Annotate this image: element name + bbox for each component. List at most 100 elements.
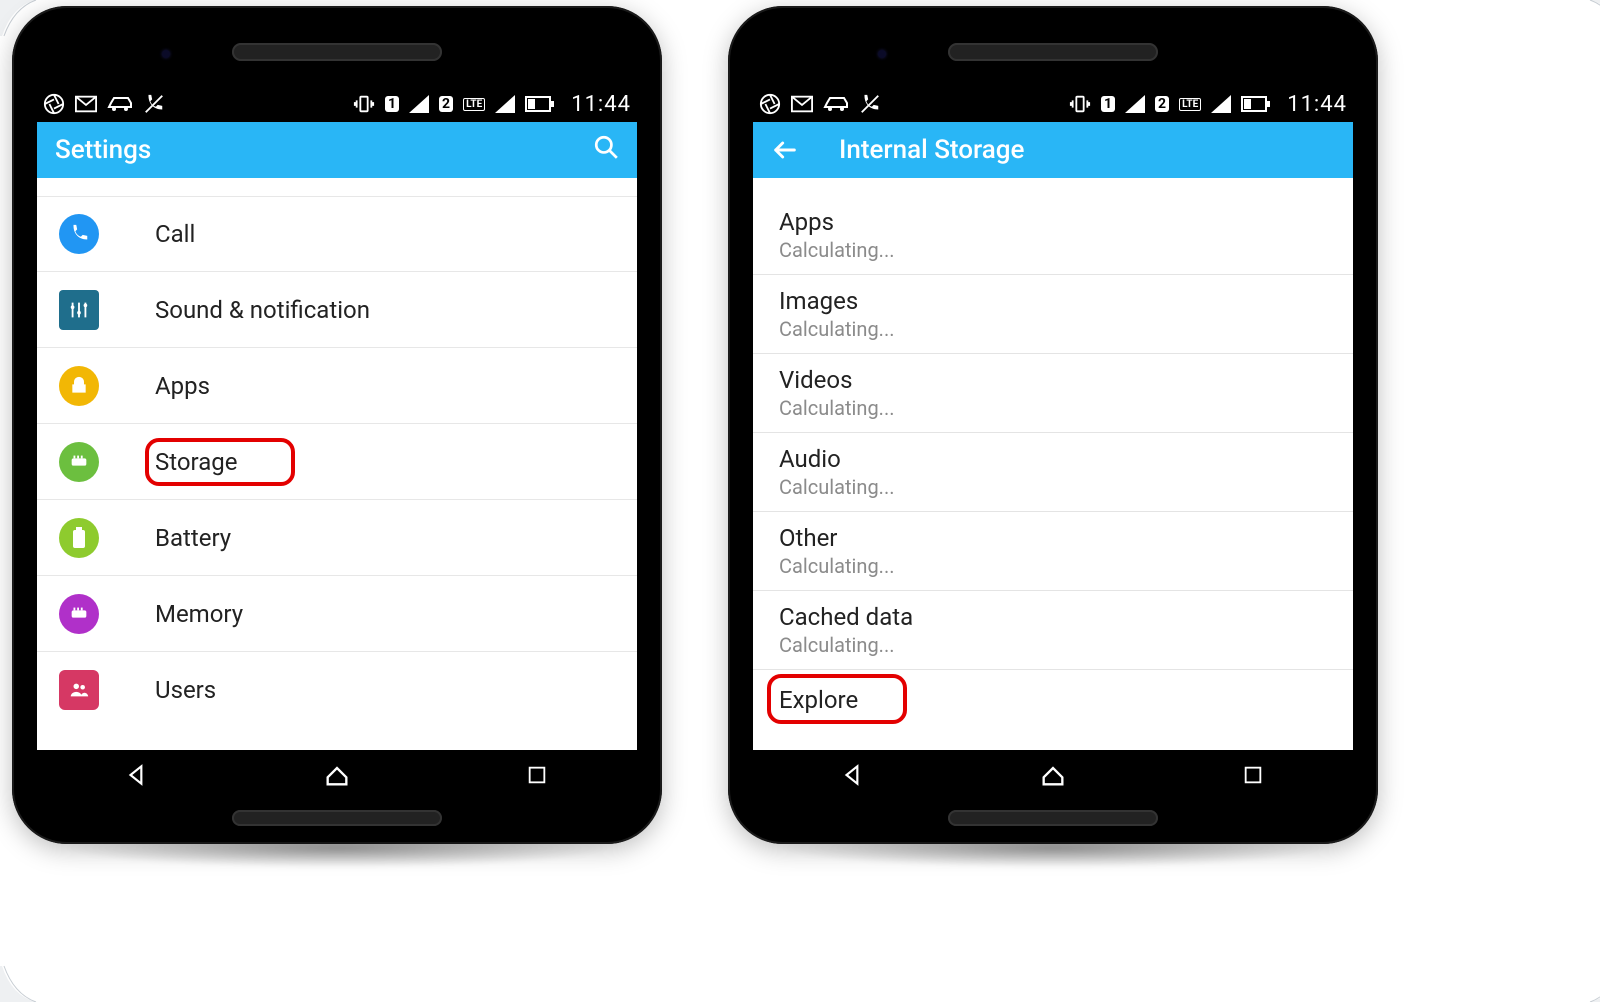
storage-item-cached[interactable]: Cached data Calculating... — [753, 591, 1353, 670]
top-speaker — [232, 43, 442, 61]
front-camera — [878, 50, 886, 58]
phone-icon — [59, 214, 99, 254]
settings-item-sound[interactable]: Sound & notification — [37, 272, 637, 348]
storage-item-title: Explore — [779, 686, 1327, 714]
shadow — [62, 828, 612, 868]
settings-content: Call Sound & notification Apps S — [37, 178, 637, 750]
top-speaker — [948, 43, 1158, 61]
storage-item-sub: Calculating... — [779, 317, 1327, 341]
storage-item-title: Videos — [779, 366, 1327, 394]
back-button[interactable] — [771, 136, 799, 164]
apps-icon — [59, 366, 99, 406]
bottom-speaker — [232, 810, 442, 826]
battery-icon — [59, 518, 99, 558]
storage-item-other[interactable]: Other Calculating... — [753, 512, 1353, 591]
storage-content: Apps Calculating... Images Calculating..… — [753, 178, 1353, 750]
phone-settings: 1 2 LTE 11:44 Settings — [12, 6, 662, 844]
device-frame: 1 2 LTE 11:44 Settings — [12, 6, 662, 844]
nav-home-icon[interactable] — [1038, 760, 1068, 790]
sim1-badge: 1 — [385, 96, 399, 112]
storage-item-images[interactable]: Images Calculating... — [753, 275, 1353, 354]
shadow — [778, 828, 1328, 868]
car-icon — [823, 95, 849, 113]
storage-item-sub: Calculating... — [779, 238, 1327, 262]
screen: 1 2 LTE 11:44 Internal Storage — [753, 86, 1353, 800]
signal1-icon — [1125, 95, 1145, 113]
nav-back-icon[interactable] — [122, 760, 152, 790]
sim2-badge: 2 — [1155, 96, 1169, 112]
storage-item-title: Apps — [779, 208, 1327, 236]
settings-item-label: Call — [155, 220, 195, 248]
settings-item-battery[interactable]: Battery — [37, 500, 637, 576]
storage-item-title: Audio — [779, 445, 1327, 473]
storage-item-apps[interactable]: Apps Calculating... — [753, 196, 1353, 275]
storage-item-explore[interactable]: Explore — [753, 670, 1353, 732]
device-frame: 1 2 LTE 11:44 Internal Storage — [728, 6, 1378, 844]
bottom-speaker — [948, 810, 1158, 826]
no-call-icon — [859, 93, 881, 115]
battery-icon — [1241, 96, 1271, 112]
car-icon — [107, 95, 133, 113]
settings-item-label: Memory — [155, 600, 243, 628]
appbar-title: Internal Storage — [839, 135, 1335, 165]
signal2-icon — [1211, 95, 1231, 113]
settings-item-label: Storage — [155, 448, 237, 476]
mail-icon — [791, 95, 813, 113]
storage-item-title: Images — [779, 287, 1327, 315]
storage-item-title: Cached data — [779, 603, 1327, 631]
status-bar: 1 2 LTE 11:44 — [753, 86, 1353, 122]
settings-item-label: Sound & notification — [155, 296, 370, 324]
lte-icon: LTE — [463, 98, 485, 111]
vibrate-icon — [1069, 93, 1091, 115]
sim2-badge: 2 — [439, 96, 453, 112]
settings-item-call[interactable]: Call — [37, 196, 637, 272]
vibrate-icon — [353, 93, 375, 115]
nav-bar — [37, 750, 637, 800]
nav-recents-icon[interactable] — [1238, 760, 1268, 790]
storage-item-audio[interactable]: Audio Calculating... — [753, 433, 1353, 512]
storage-item-videos[interactable]: Videos Calculating... — [753, 354, 1353, 433]
storage-list: Apps Calculating... Images Calculating..… — [753, 178, 1353, 732]
status-clock: 11:44 — [571, 92, 631, 117]
lte-icon: LTE — [1179, 98, 1201, 111]
settings-item-users[interactable]: Users — [37, 652, 637, 728]
screen: 1 2 LTE 11:44 Settings — [37, 86, 637, 800]
phone-storage: 1 2 LTE 11:44 Internal Storage — [728, 6, 1378, 844]
search-icon[interactable] — [593, 134, 619, 167]
storage-item-sub: Calculating... — [779, 633, 1327, 657]
nav-recents-icon[interactable] — [522, 760, 552, 790]
signal1-icon — [409, 95, 429, 113]
equalizer-icon — [59, 290, 99, 330]
appbar-storage: Internal Storage — [753, 122, 1353, 178]
mail-icon — [75, 95, 97, 113]
settings-item-label: Battery — [155, 524, 231, 552]
status-bar: 1 2 LTE 11:44 — [37, 86, 637, 122]
canvas: 1 2 LTE 11:44 Settings — [0, 0, 1600, 1000]
storage-icon — [59, 442, 99, 482]
nav-back-icon[interactable] — [838, 760, 868, 790]
storage-item-sub: Calculating... — [779, 475, 1327, 499]
aperture-icon — [43, 93, 65, 115]
status-clock: 11:44 — [1287, 92, 1347, 117]
page-curl-tr — [1576, 0, 1600, 50]
aperture-icon — [759, 93, 781, 115]
battery-icon — [525, 96, 555, 112]
nav-home-icon[interactable] — [322, 760, 352, 790]
settings-item-apps[interactable]: Apps — [37, 348, 637, 424]
signal2-icon — [495, 95, 515, 113]
nav-bar — [753, 750, 1353, 800]
settings-list: Call Sound & notification Apps S — [37, 178, 637, 728]
front-camera — [162, 50, 170, 58]
settings-item-storage[interactable]: Storage — [37, 424, 637, 500]
no-call-icon — [143, 93, 165, 115]
appbar-settings: Settings — [37, 122, 637, 178]
appbar-title: Settings — [55, 135, 593, 165]
settings-item-memory[interactable]: Memory — [37, 576, 637, 652]
page-curl-br — [1576, 952, 1600, 1002]
users-icon — [59, 670, 99, 710]
page-curl-bl — [0, 952, 50, 1002]
sim1-badge: 1 — [1101, 96, 1115, 112]
storage-item-sub: Calculating... — [779, 396, 1327, 420]
memory-icon — [59, 594, 99, 634]
settings-item-label: Users — [155, 676, 216, 704]
